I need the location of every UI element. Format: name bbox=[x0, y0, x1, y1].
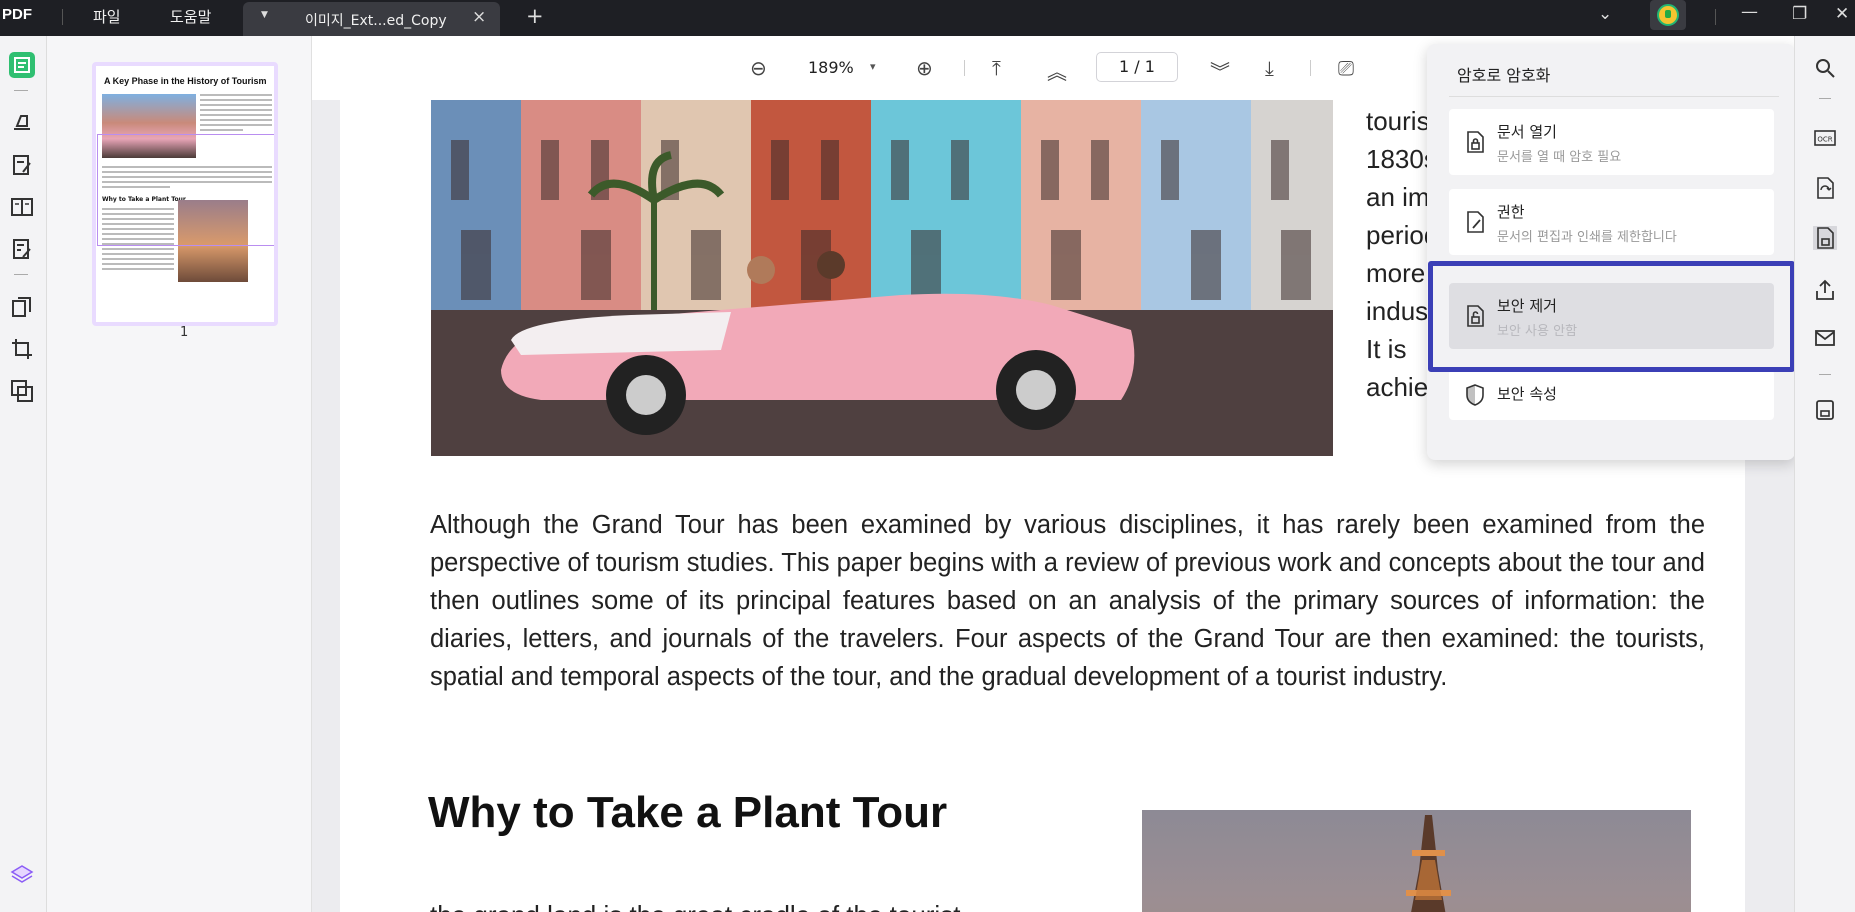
page-number-input[interactable]: 1 / 1 bbox=[1096, 52, 1178, 82]
tab-title: 이미지_Ext...ed_Copy bbox=[305, 13, 447, 29]
tab-close-icon[interactable]: × bbox=[472, 7, 486, 27]
previous-page-icon[interactable]: ︽ bbox=[1047, 56, 1067, 85]
layers-icon[interactable] bbox=[9, 862, 35, 888]
body-text-line: the grand land is the great cradle of th… bbox=[430, 900, 960, 912]
total-pages: 1 bbox=[1144, 57, 1155, 76]
thumbnail-panel: A Key Phase in the History of Tourism Wh… bbox=[47, 36, 312, 912]
zoom-dropdown-icon[interactable]: ▾ bbox=[870, 60, 876, 73]
toolbar-separator bbox=[1819, 374, 1831, 375]
cuba-car-photo bbox=[431, 100, 1333, 456]
left-toolbar bbox=[0, 36, 47, 912]
zoom-in-icon[interactable]: ⊕ bbox=[916, 56, 933, 80]
svg-text:OCR: OCR bbox=[1817, 136, 1832, 144]
security-menu-title: 암호로 암호화 bbox=[1457, 66, 1551, 85]
highlighter-icon[interactable] bbox=[9, 108, 35, 134]
convert-icon[interactable] bbox=[1813, 176, 1837, 200]
menu-item-permissions[interactable]: 권한 문서의 편집과 인쇄를 제한합니다 bbox=[1449, 189, 1774, 255]
toolbar-separator bbox=[1819, 98, 1831, 99]
menu-item-open-document[interactable]: 문서 열기 문서를 열 때 암호 필요 bbox=[1449, 109, 1774, 175]
toolbar-separator bbox=[964, 60, 965, 76]
compare-icon[interactable] bbox=[9, 378, 35, 404]
menu-separator bbox=[1449, 96, 1779, 97]
zoom-level[interactable]: 189% bbox=[808, 58, 854, 77]
crop-icon[interactable] bbox=[9, 336, 35, 362]
protect-icon[interactable] bbox=[1813, 226, 1837, 250]
last-page-icon[interactable]: ⤓ bbox=[1265, 56, 1274, 80]
menu-item-security-properties[interactable]: 보안 속성 bbox=[1449, 370, 1774, 420]
thumbnail-viewport[interactable] bbox=[97, 134, 274, 246]
minimize-icon[interactable]: — bbox=[1741, 2, 1758, 22]
security-menu: 암호로 암호화 문서 열기 문서를 열 때 암호 필요 권한 문서의 편집과 인… bbox=[1427, 44, 1795, 460]
thumbnail-title: A Key Phase in the History of Tourism bbox=[104, 76, 267, 86]
menu-help[interactable]: 도움말 bbox=[162, 4, 219, 29]
menu-file[interactable]: 파일 bbox=[85, 4, 129, 29]
presentation-icon[interactable]: ⎚ bbox=[1338, 56, 1354, 80]
page-layout-icon[interactable] bbox=[9, 194, 35, 220]
thumbnail-page-number: 1 bbox=[180, 325, 189, 340]
next-page-icon[interactable]: ︾ bbox=[1210, 56, 1230, 85]
menu-item-label: 보안 속성 bbox=[1497, 385, 1557, 403]
first-page-icon[interactable]: ⤒ bbox=[992, 56, 1001, 80]
avatar[interactable] bbox=[1650, 0, 1686, 30]
shield-icon bbox=[1466, 384, 1484, 406]
menu-item-label: 권한 bbox=[1497, 203, 1525, 221]
form-icon[interactable] bbox=[9, 236, 35, 262]
toolbar-separator bbox=[14, 90, 28, 91]
organize-pages-icon[interactable] bbox=[9, 294, 35, 320]
restore-icon[interactable]: ❐ bbox=[1792, 4, 1807, 24]
window-close-icon[interactable]: ✕ bbox=[1835, 4, 1849, 24]
menu-item-label: 문서 열기 bbox=[1497, 123, 1557, 141]
edit-file-icon bbox=[1467, 211, 1484, 233]
mail-icon[interactable] bbox=[1813, 326, 1837, 350]
edit-icon[interactable] bbox=[9, 152, 35, 178]
menu-item-description: 문서를 열 때 암호 필요 bbox=[1497, 150, 1622, 165]
reader-icon[interactable] bbox=[9, 52, 35, 78]
page-separator: / bbox=[1134, 57, 1140, 76]
document-tab[interactable]: ▼ 이미지_Ext...ed_Copy × bbox=[243, 2, 500, 36]
eiffel-tower-photo bbox=[1142, 810, 1691, 912]
save-icon[interactable] bbox=[1813, 398, 1837, 422]
chevron-down-icon[interactable]: ⌄ bbox=[1598, 4, 1612, 24]
selection-highlight bbox=[1428, 261, 1795, 372]
share-icon[interactable] bbox=[1813, 278, 1837, 302]
page-thumbnail[interactable]: A Key Phase in the History of Tourism Wh… bbox=[92, 62, 278, 326]
thumbnail-text bbox=[200, 94, 272, 134]
toolbar-separator bbox=[1310, 60, 1311, 76]
new-tab-icon[interactable]: + bbox=[526, 4, 544, 28]
title-separator bbox=[62, 9, 63, 25]
title-bar: PDF 파일 도움말 ▼ 이미지_Ext...ed_Copy × + ⌄ — ❐… bbox=[0, 0, 1855, 36]
zoom-out-icon[interactable]: ⊖ bbox=[750, 56, 767, 80]
search-icon[interactable] bbox=[1813, 56, 1837, 80]
menu-item-description: 문서의 편집과 인쇄를 제한합니다 bbox=[1497, 230, 1677, 245]
right-toolbar: OCR bbox=[1794, 36, 1855, 912]
avatar-image bbox=[1657, 4, 1679, 26]
lock-file-icon bbox=[1467, 131, 1484, 153]
title-separator bbox=[1715, 9, 1716, 25]
toolbar-separator bbox=[14, 274, 28, 275]
tab-dropdown-icon[interactable]: ▼ bbox=[261, 10, 268, 20]
ocr-icon[interactable]: OCR bbox=[1813, 126, 1837, 150]
body-paragraph: Although the Grand Tour has been examine… bbox=[430, 511, 1705, 691]
app-logo[interactable]: PDF bbox=[2, 6, 32, 23]
section-heading: Why to Take a Plant Tour bbox=[428, 788, 948, 837]
current-page: 1 bbox=[1119, 57, 1130, 76]
